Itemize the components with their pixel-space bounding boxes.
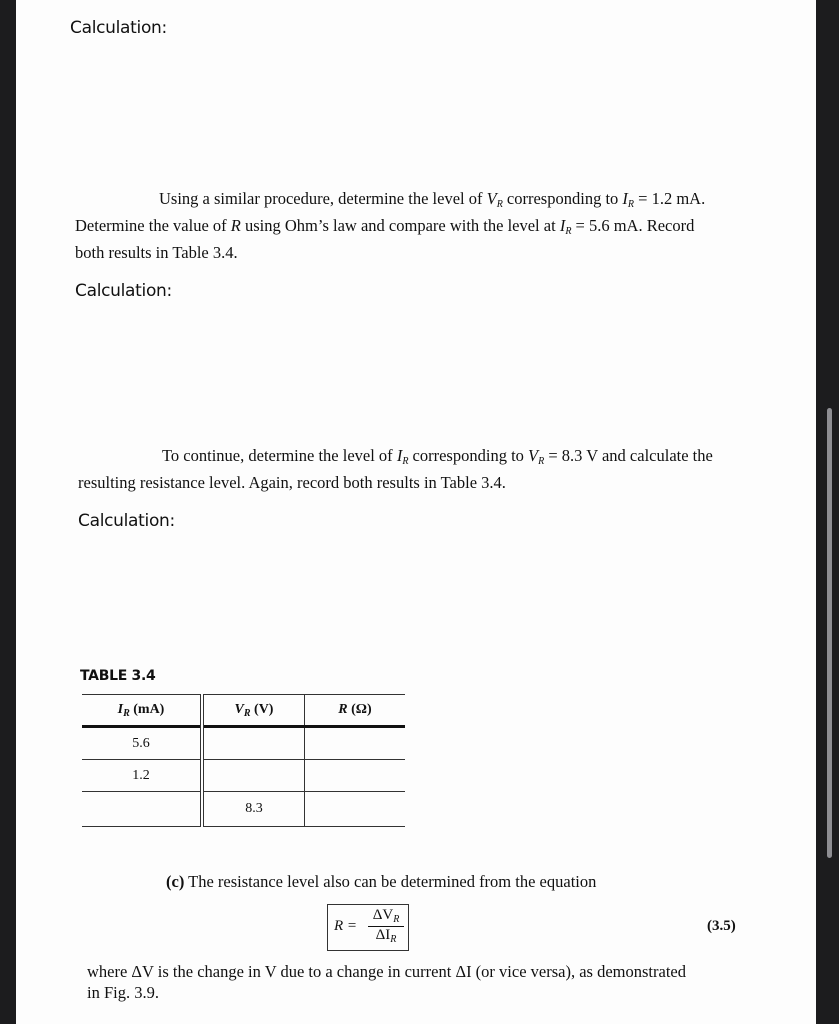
table-row: 5.6 bbox=[82, 726, 405, 760]
calculation-heading-1: Calculation: bbox=[70, 18, 167, 38]
paragraph-continue: To continue, determine the level of IR c… bbox=[78, 446, 713, 492]
header-current: IR (mA) bbox=[82, 694, 202, 728]
header-resistance: R (Ω) bbox=[304, 694, 405, 728]
equation-lhs: R = bbox=[334, 918, 358, 934]
paragraph-procedure: Using a similar procedure, determine the… bbox=[75, 189, 706, 262]
cell-current: 5.6 bbox=[82, 726, 202, 760]
cell-resistance bbox=[304, 726, 405, 760]
table-row: 1.2 bbox=[82, 759, 405, 792]
cell-voltage: 8.3 bbox=[200, 791, 305, 827]
cell-resistance bbox=[304, 759, 405, 792]
equation-number: (3.5) bbox=[707, 918, 736, 934]
results-table: IR (mA) VR (V) R (Ω) 5.6 1.2 8.3 bbox=[82, 694, 405, 827]
cell-current bbox=[82, 791, 202, 827]
table-title: TABLE 3.4 bbox=[80, 668, 156, 684]
cell-voltage bbox=[200, 726, 305, 760]
table-header-row: IR (mA) VR (V) R (Ω) bbox=[82, 694, 405, 728]
header-voltage: VR (V) bbox=[200, 694, 305, 728]
equation-fraction: ΔVR ΔIR bbox=[368, 907, 404, 945]
calculation-heading-3: Calculation: bbox=[78, 511, 175, 531]
cell-resistance bbox=[304, 791, 405, 827]
cell-voltage bbox=[200, 759, 305, 792]
scrollbar-thumb[interactable] bbox=[827, 408, 832, 858]
cell-current: 1.2 bbox=[82, 759, 202, 792]
paragraph-where: where ΔV is the change in V due to a cha… bbox=[87, 962, 686, 1002]
equation-box: R = ΔVR ΔIR bbox=[327, 904, 409, 951]
calculation-heading-2: Calculation: bbox=[75, 281, 172, 301]
paragraph-c: (c) The resistance level also can be det… bbox=[166, 872, 597, 891]
table-row: 8.3 bbox=[82, 791, 405, 827]
